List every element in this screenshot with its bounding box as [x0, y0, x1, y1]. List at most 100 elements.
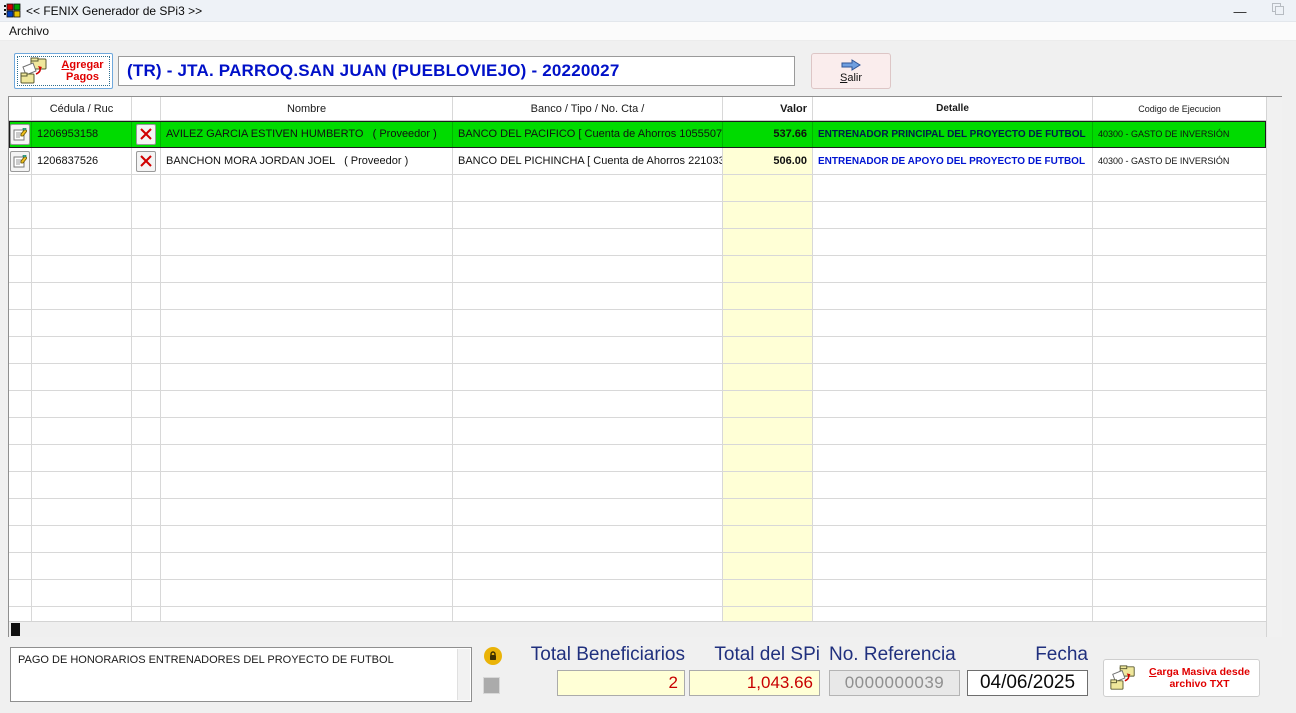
banco-cell-empty — [453, 229, 723, 255]
cedula-cell-empty — [32, 283, 132, 309]
salir-button[interactable]: Salir — [811, 53, 891, 89]
grid-empty-row[interactable] — [9, 256, 1266, 283]
banco-cell-empty — [453, 445, 723, 471]
delete-cell-empty — [132, 229, 161, 255]
edit-cell-empty — [9, 472, 32, 498]
banco-cell-empty — [453, 607, 723, 621]
nombre-cell: AVILEZ GARCIA ESTIVEN HUMBERTO ( Proveed… — [161, 121, 453, 147]
delete-cell-empty — [132, 526, 161, 552]
cedula-cell-empty — [32, 553, 132, 579]
grid-empty-row[interactable] — [9, 283, 1266, 310]
col-valor[interactable]: Valor — [723, 97, 813, 120]
grid-empty-row[interactable] — [9, 445, 1266, 472]
grid-row[interactable]: 1206953158 AVILEZ GARCIA ESTIVEN HUMBERTO… — [9, 121, 1266, 148]
grid-empty-row[interactable] — [9, 526, 1266, 553]
referencia-field: 0000000039 — [829, 670, 960, 696]
banco-cell-empty — [453, 175, 723, 201]
delete-cell-empty — [132, 499, 161, 525]
codigo-cell: 40300 - GASTO DE INVERSIÓN — [1098, 156, 1230, 166]
col-nombre[interactable]: Nombre — [161, 97, 453, 120]
banco-cell-empty — [453, 256, 723, 282]
cedula-cell-empty — [32, 202, 132, 228]
col-banco[interactable]: Banco / Tipo / No. Cta / — [453, 97, 723, 120]
concept-scrollbar[interactable] — [457, 649, 470, 700]
banco-cell-empty — [453, 526, 723, 552]
delete-row-button[interactable] — [136, 123, 156, 145]
cedula-cell-empty — [32, 175, 132, 201]
grid-vertical-scrollbar[interactable] — [1266, 97, 1282, 637]
col-codigo[interactable]: Codigo de Ejecucion — [1093, 97, 1266, 120]
app-windows-icon — [4, 3, 21, 18]
carga-masiva-button[interactable]: Carga Masiva desde archivo TXT — [1103, 659, 1260, 697]
banco-cell-empty — [453, 310, 723, 336]
edit-cell-empty — [9, 283, 32, 309]
detalle-cell-empty — [813, 499, 1093, 525]
total-spi-field: 1,043.66 — [689, 670, 820, 696]
detalle-cell-empty — [813, 229, 1093, 255]
grid-empty-row[interactable] — [9, 580, 1266, 607]
delete-cell-empty — [132, 580, 161, 606]
detalle-cell-empty — [813, 526, 1093, 552]
edit-cell-empty — [9, 256, 32, 282]
banco-cell: BANCO DEL PACIFICO [ Cuenta de Ahorros 1… — [453, 121, 723, 147]
valor-cell-empty — [723, 445, 813, 471]
edit-row-button[interactable] — [10, 150, 30, 172]
valor-cell-empty — [723, 337, 813, 363]
codigo-cell-empty — [1093, 445, 1266, 471]
cedula-cell-empty — [32, 472, 132, 498]
edit-cell-empty — [9, 553, 32, 579]
edit-row-button[interactable] — [10, 123, 30, 145]
concept-textarea[interactable]: PAGO DE HONORARIOS ENTRENADORES DEL PROY… — [10, 647, 472, 702]
detalle-cell: ENTRENADOR DE APOYO DEL PROYECTO DE FUTB… — [813, 148, 1093, 174]
grid-empty-row[interactable] — [9, 472, 1266, 499]
nombre-cell-empty — [161, 526, 453, 552]
grid-empty-row[interactable] — [9, 310, 1266, 337]
edit-cell-empty — [9, 391, 32, 417]
delete-row-button[interactable] — [136, 150, 156, 172]
grid-empty-row[interactable] — [9, 418, 1266, 445]
codigo-cell-empty — [1093, 229, 1266, 255]
grid-horizontal-scrollbar[interactable] — [9, 621, 1266, 637]
fecha-field[interactable]: 04/06/2025 — [967, 670, 1088, 696]
folders-icon — [20, 57, 47, 84]
agregar-pagos-button[interactable]: Agregar Pagos — [14, 53, 113, 89]
banco-cell-empty — [453, 472, 723, 498]
grid-empty-row[interactable] — [9, 175, 1266, 202]
grid-empty-row[interactable] — [9, 364, 1266, 391]
cedula-cell-empty — [32, 607, 132, 621]
grid-header: Cédula / Ruc Nombre Banco / Tipo / No. C… — [9, 97, 1266, 121]
grid-empty-row[interactable] — [9, 202, 1266, 229]
nombre-cell-empty — [161, 472, 453, 498]
minimize-button[interactable]: — — [1218, 4, 1262, 19]
codigo-cell-empty — [1093, 580, 1266, 606]
grid-empty-row[interactable] — [9, 607, 1266, 621]
entity-field[interactable]: (TR) - JTA. PARROQ.SAN JUAN (PUEBLOVIEJO… — [118, 56, 795, 86]
edit-cell-empty — [9, 499, 32, 525]
valor-cell-empty — [723, 607, 813, 621]
col-detalle[interactable]: Detalle — [813, 97, 1093, 120]
status-square[interactable] — [483, 677, 500, 694]
col-cedula[interactable]: Cédula / Ruc — [32, 97, 132, 120]
grid-empty-row[interactable] — [9, 391, 1266, 418]
valor-cell-empty — [723, 364, 813, 390]
grid-empty-row[interactable] — [9, 499, 1266, 526]
cedula-cell-empty — [32, 445, 132, 471]
grid-row[interactable]: 1206837526 BANCHON MORA JORDAN JOEL ( Pro… — [9, 148, 1266, 175]
grid-empty-row[interactable] — [9, 553, 1266, 580]
edit-cell-empty — [9, 526, 32, 552]
edit-cell-empty — [9, 229, 32, 255]
valor-cell-empty — [723, 418, 813, 444]
grid-empty-row[interactable] — [9, 337, 1266, 364]
scrollbar-thumb[interactable] — [11, 623, 20, 636]
detalle-cell-empty — [813, 175, 1093, 201]
valor-cell-empty — [723, 175, 813, 201]
fecha-label: Fecha — [1035, 644, 1088, 665]
menu-archivo[interactable]: Archivo — [3, 24, 55, 38]
delete-cell-empty — [132, 256, 161, 282]
cedula-cell-empty — [32, 310, 132, 336]
grid-empty-row[interactable] — [9, 229, 1266, 256]
cedula-cell: 1206837526 — [32, 148, 132, 174]
window-title: << FENIX Generador de SPi3 >> — [26, 3, 203, 18]
restore-button[interactable] — [1262, 0, 1296, 22]
edit-cell-empty — [9, 337, 32, 363]
